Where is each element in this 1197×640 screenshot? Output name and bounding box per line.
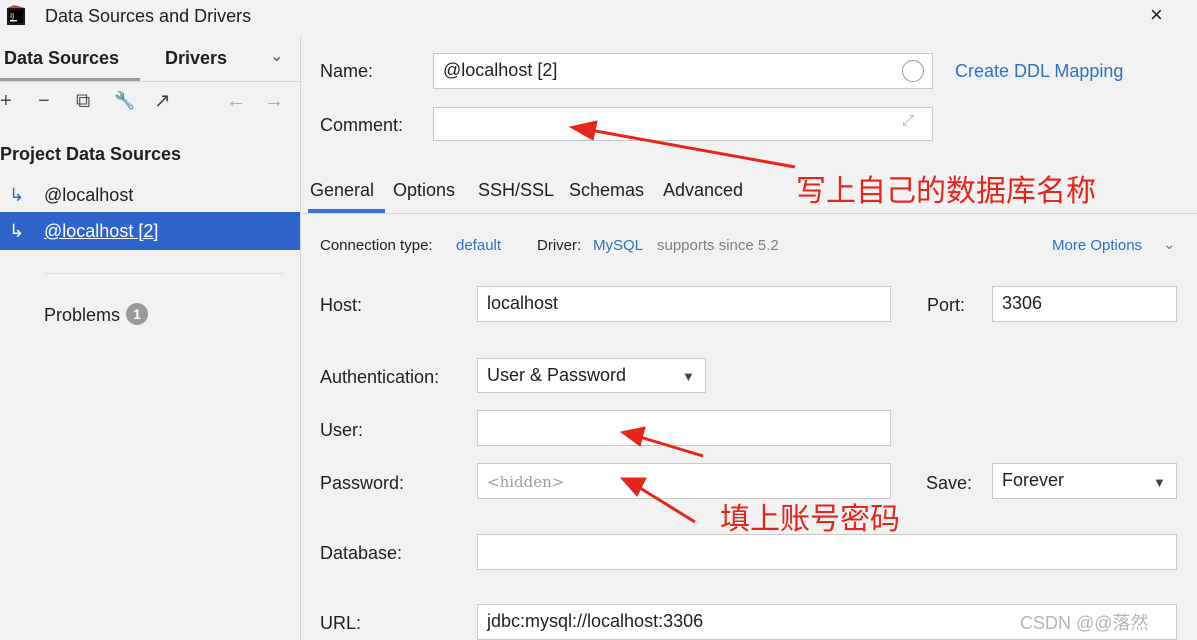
section-title: Project Data Sources <box>0 144 182 164</box>
annotation-credentials-note: 填上账号密码 <box>720 502 900 537</box>
duplicate-icon[interactable]: ⧉ <box>76 88 90 114</box>
user-label: User: <box>320 420 364 440</box>
chevron-down-icon[interactable]: ⌄ <box>1163 235 1176 253</box>
chevron-down-icon[interactable]: ⌄ <box>270 46 283 66</box>
problems-label: Problems <box>44 305 121 325</box>
title-bar: IJ Data Sources and Drivers × <box>0 0 1197 36</box>
window-title: Data Sources and Drivers <box>45 6 252 26</box>
tab-general[interactable]: General <box>310 180 374 201</box>
dropdown-arrow-icon: ▼ <box>1153 475 1166 490</box>
host-label: Host: <box>320 295 363 315</box>
divider <box>0 81 300 82</box>
forward-icon[interactable]: → <box>264 88 284 114</box>
tree-item-label: @localhost [2] <box>44 221 159 241</box>
name-value: @localhost [2] <box>443 60 558 80</box>
save-label: Save: <box>926 473 973 493</box>
go-to-icon[interactable]: ↗ <box>154 88 171 114</box>
back-icon[interactable]: ← <box>226 88 246 114</box>
url-label: URL: <box>320 613 362 633</box>
color-circle-icon[interactable] <box>902 60 924 82</box>
expand-icon[interactable]: ⤢ <box>902 112 914 129</box>
user-field[interactable] <box>477 410 891 446</box>
watermark: CSDN @@落然 <box>1020 613 1149 633</box>
mysql-dolphin-icon: ↳ <box>9 221 25 241</box>
name-field[interactable]: @localhost [2] <box>433 53 933 89</box>
close-icon[interactable]: × <box>1150 2 1163 28</box>
mysql-dolphin-icon: ↳ <box>9 185 25 205</box>
create-ddl-mapping-link[interactable]: Create DDL Mapping <box>955 61 1123 82</box>
connection-type-link[interactable]: default <box>456 237 501 254</box>
url-value: jdbc:mysql://localhost:3306 <box>487 611 704 631</box>
problems-item[interactable]: Problems 1 <box>44 303 149 326</box>
port-value: 3306 <box>1002 293 1043 313</box>
authentication-label: Authentication: <box>320 367 440 387</box>
tab-drivers[interactable]: Drivers <box>165 48 227 69</box>
database-field[interactable] <box>477 534 1177 570</box>
comment-label: Comment: <box>320 115 404 135</box>
tree-item-localhost-2[interactable]: ↳ @localhost [2] <box>0 212 300 250</box>
port-label: Port: <box>927 295 966 315</box>
main-panel: Name: @localhost [2] Create DDL Mapping … <box>302 36 1197 640</box>
add-icon[interactable]: + <box>0 88 12 114</box>
host-value: localhost <box>487 293 559 313</box>
app-logo-icon: IJ <box>7 5 25 25</box>
save-select[interactable]: Forever ▼ <box>992 463 1177 499</box>
tree-item-label: @localhost <box>44 185 134 205</box>
name-label: Name: <box>320 61 374 81</box>
remove-icon[interactable]: − <box>38 88 50 114</box>
driver-label: Driver: <box>537 237 582 254</box>
tree-item-localhost[interactable]: ↳ @localhost <box>0 176 300 214</box>
sidebar: Data Sources Drivers ⌄ + − ⧉ 🔧 ↗ ← → Pro… <box>0 36 301 640</box>
svg-text:IJ: IJ <box>10 12 14 20</box>
host-field[interactable]: localhost <box>477 286 891 322</box>
annotation-comment-note: 写上自己的数据库名称 <box>796 174 1096 209</box>
save-value: Forever <box>1002 470 1065 490</box>
password-placeholder: <hidden> <box>487 473 565 491</box>
tab-options[interactable]: Options <box>393 180 455 201</box>
comment-field[interactable]: ⤢ <box>433 107 933 141</box>
divider <box>302 213 1197 214</box>
problems-count-badge: 1 <box>126 303 149 325</box>
driver-note: supports since 5.2 <box>657 237 779 254</box>
tab-data-sources[interactable]: Data Sources <box>4 48 119 69</box>
password-label: Password: <box>320 473 405 493</box>
tab-schemas[interactable]: Schemas <box>569 180 644 201</box>
wrench-icon[interactable]: 🔧 <box>114 88 135 114</box>
authentication-value: User & Password <box>487 365 627 385</box>
database-label: Database: <box>320 543 403 563</box>
connection-type-label: Connection type: <box>320 237 433 254</box>
port-field[interactable]: 3306 <box>992 286 1177 322</box>
tab-advanced[interactable]: Advanced <box>663 180 743 201</box>
driver-link[interactable]: MySQL <box>593 237 643 254</box>
more-options-link[interactable]: More Options <box>1052 237 1142 254</box>
dropdown-arrow-icon: ▼ <box>682 369 695 384</box>
authentication-select[interactable]: User & Password ▼ <box>477 358 706 393</box>
tab-ssh-ssl[interactable]: SSH/SSL <box>478 180 554 201</box>
divider <box>45 273 283 274</box>
